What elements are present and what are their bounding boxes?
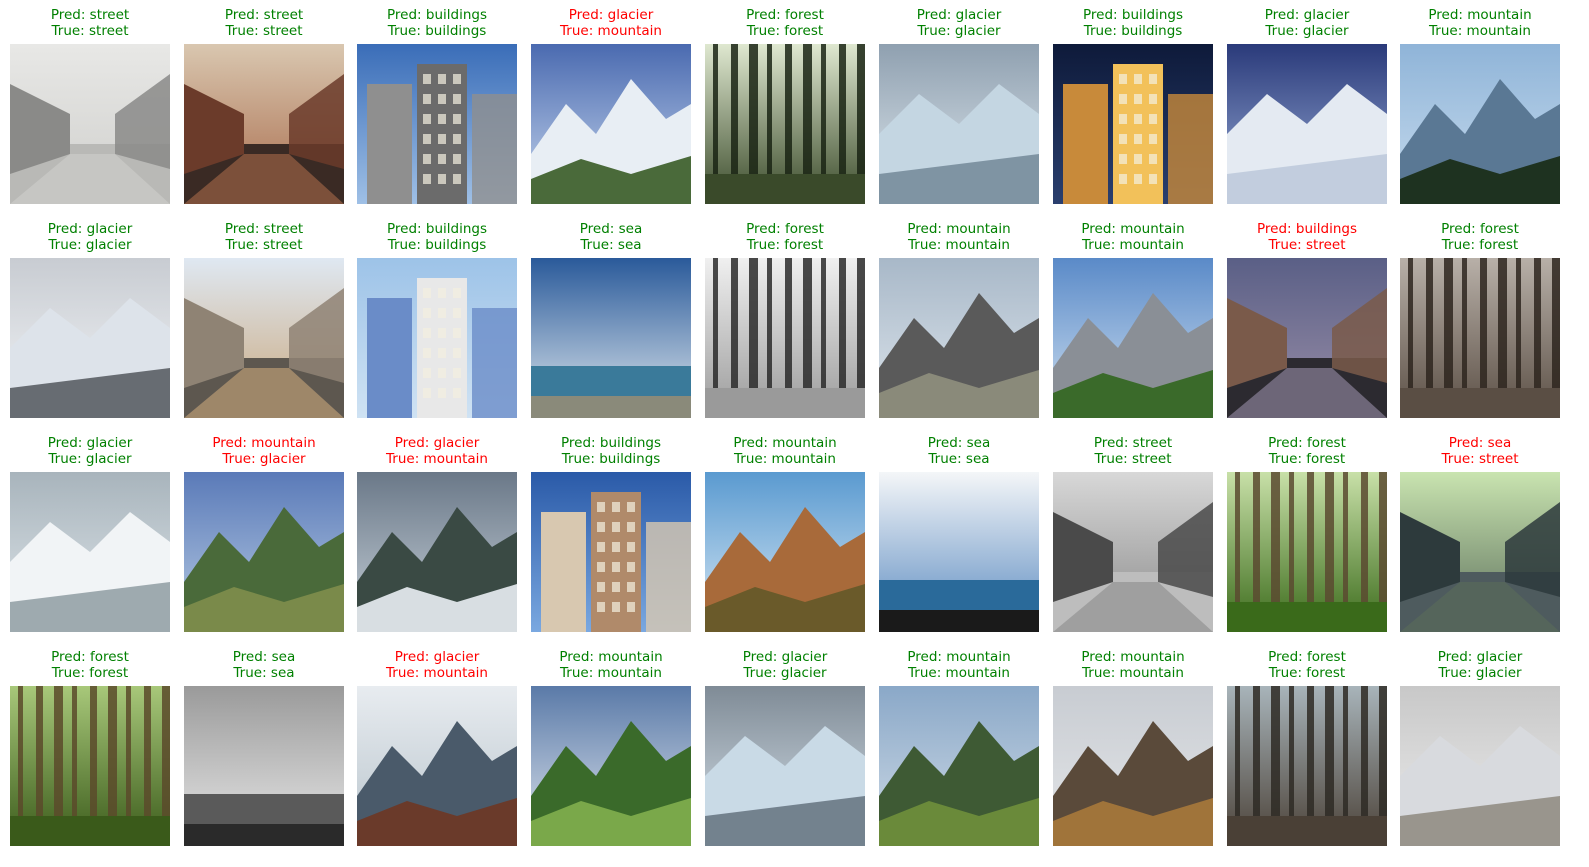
forest-image xyxy=(705,258,865,418)
forest-image xyxy=(1227,472,1387,632)
buildings-image xyxy=(357,258,517,418)
true-label: True: mountain xyxy=(1429,23,1531,39)
glacier-image xyxy=(1227,44,1387,204)
prediction-caption: Pred: sea True: street xyxy=(1370,435,1589,467)
forest-image xyxy=(705,44,865,204)
pred-label: Pred: mountain xyxy=(1428,7,1532,23)
forest-image xyxy=(1400,258,1560,418)
glacier-image xyxy=(10,258,170,418)
buildings-image xyxy=(1053,44,1213,204)
mountain-image xyxy=(531,44,691,204)
mountain-image xyxy=(531,686,691,846)
mountain-image xyxy=(705,472,865,632)
pred-label: Pred: glacier xyxy=(1437,649,1523,665)
prediction-grid: Pred: street True: street Pred: street True… xyxy=(0,0,1589,867)
mountain-image xyxy=(879,258,1039,418)
pred-label: Pred: sea xyxy=(1448,435,1512,451)
mountain-image xyxy=(1053,258,1213,418)
street-image xyxy=(184,258,344,418)
street-image xyxy=(1227,258,1387,418)
mountain-image xyxy=(879,686,1039,846)
true-label: True: street xyxy=(1441,451,1519,467)
mountain-image xyxy=(184,472,344,632)
street-image xyxy=(1053,472,1213,632)
true-label: True: forest xyxy=(1441,237,1519,253)
buildings-image xyxy=(357,44,517,204)
sea-image xyxy=(531,258,691,418)
forest-image xyxy=(10,686,170,846)
street-image xyxy=(184,44,344,204)
forest-image xyxy=(1227,686,1387,846)
mountain-image xyxy=(1400,44,1560,204)
prediction-caption: Pred: forest True: forest xyxy=(1370,221,1589,253)
prediction-caption: Pred: mountain True: mountain xyxy=(1370,7,1589,39)
buildings-image xyxy=(531,472,691,632)
mountain-image xyxy=(357,686,517,846)
true-label: True: glacier xyxy=(1438,665,1522,681)
street-image xyxy=(1400,472,1560,632)
mountain-image xyxy=(1053,686,1213,846)
mountain-image xyxy=(357,472,517,632)
glacier-image xyxy=(705,686,865,846)
pred-label: Pred: forest xyxy=(1441,221,1519,237)
prediction-caption: Pred: glacier True: glacier xyxy=(1370,649,1589,681)
glacier-image xyxy=(10,472,170,632)
sea-image xyxy=(184,686,344,846)
street-image xyxy=(10,44,170,204)
glacier-image xyxy=(879,44,1039,204)
glacier-image xyxy=(1400,686,1560,846)
sea-image xyxy=(879,472,1039,632)
